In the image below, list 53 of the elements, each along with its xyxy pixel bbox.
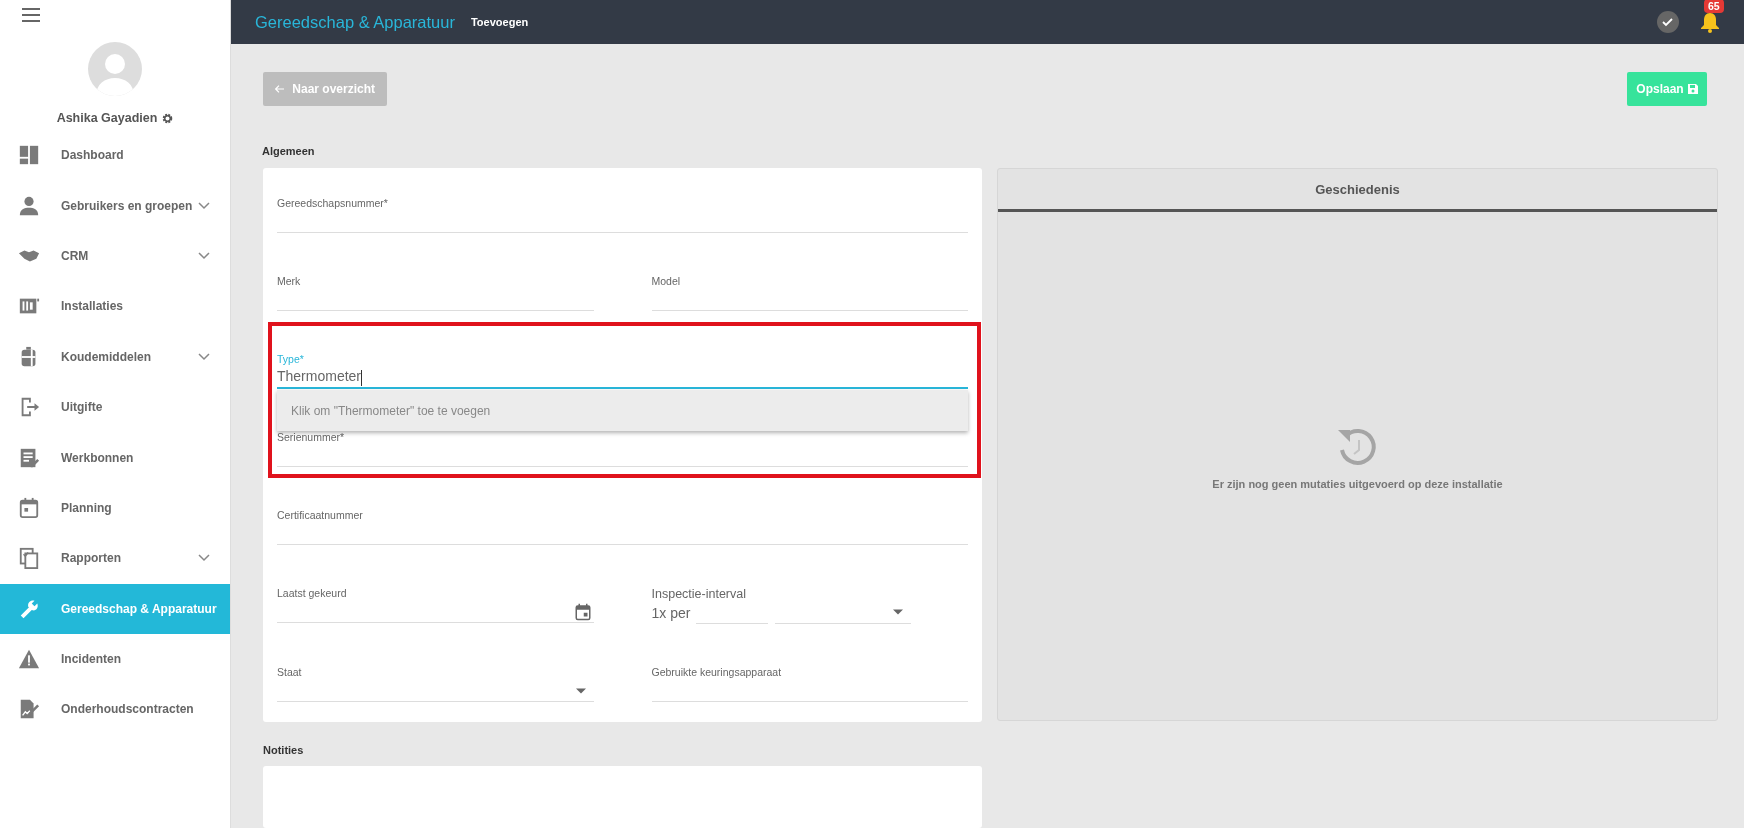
sidebar-item[interactable]: Dashboard (0, 130, 230, 181)
sidebar-item-icon (18, 446, 40, 469)
bell-icon[interactable] (1698, 10, 1722, 34)
sidebar-item[interactable]: Gebruikers en groepen (0, 180, 230, 231)
section-title: Algemeen (262, 145, 316, 157)
empty-message: Er zijn nog geen mutaties uitgevoerd op deze installatie (1212, 478, 1503, 490)
sidebar-item[interactable]: Werkbonnen (0, 432, 230, 483)
history-tab[interactable]: Geschiedenis (998, 169, 1717, 212)
settings-icon[interactable] (162, 112, 174, 124)
chevron-icon[interactable] (198, 201, 210, 210)
field-label: Merk (277, 275, 302, 289)
date-field[interactable] (277, 601, 594, 623)
interval-prefix: 1x per (651, 604, 692, 621)
user-name: Ashika Gayadien (56, 111, 158, 125)
chevron-icon[interactable] (198, 352, 210, 361)
chevron-icon[interactable] (198, 251, 210, 260)
sidebar-item[interactable]: Rapporten (0, 533, 230, 584)
chevron-icon[interactable] (198, 554, 210, 563)
sidebar-item[interactable]: Koudemiddelen (0, 331, 230, 382)
page-subtitle: Toevoegen (470, 16, 529, 28)
field-label: Serienummer* (277, 431, 346, 445)
sidebar-item-icon (18, 496, 40, 519)
calendar-icon[interactable] (573, 602, 592, 621)
avatar-icon (88, 42, 142, 96)
field-label: Model (651, 275, 682, 289)
sidebar-item[interactable]: Incidenten (0, 633, 230, 685)
field-value: Thermometer (277, 368, 363, 386)
notification-badge: 65 (1704, 0, 1724, 13)
section-title: Notities (263, 744, 305, 756)
sidebar-item[interactable]: CRM (0, 230, 230, 282)
sidebar-item[interactable]: Onderhoudscontracten (0, 684, 230, 735)
sidebar-item[interactable]: Installaties (0, 281, 230, 332)
field-label: Certificaatnummer (277, 509, 364, 523)
menu-icon[interactable] (22, 8, 40, 22)
sidebar-item-icon (18, 194, 40, 217)
check-icon[interactable] (1656, 10, 1680, 34)
field-label: Staat (277, 666, 303, 680)
sidebar-item[interactable]: Planning (0, 482, 230, 534)
field-label: Gebruikte keuringsapparaat (651, 666, 783, 680)
field-label: Gereedschapsnummer* (277, 197, 389, 211)
sidebar-item-icon (18, 698, 40, 721)
sidebar-item-icon (18, 547, 40, 570)
suggestion-option[interactable]: Klik om "Thermometer" toe te voegen (277, 390, 968, 431)
caret-icon (892, 609, 903, 615)
sidebar-item-icon (18, 648, 40, 671)
caret-icon (575, 687, 586, 694)
field-label: Laatst gekeurd (277, 587, 348, 601)
page-title: Gereedschap & Apparatuur (255, 12, 455, 32)
arrow-left-icon (275, 83, 285, 95)
sidebar-item[interactable]: Uitgifte (0, 381, 230, 433)
sidebar-item-icon (18, 144, 40, 167)
field-label: Type* (277, 353, 305, 367)
field-label: Inspectie-interval (651, 587, 747, 601)
